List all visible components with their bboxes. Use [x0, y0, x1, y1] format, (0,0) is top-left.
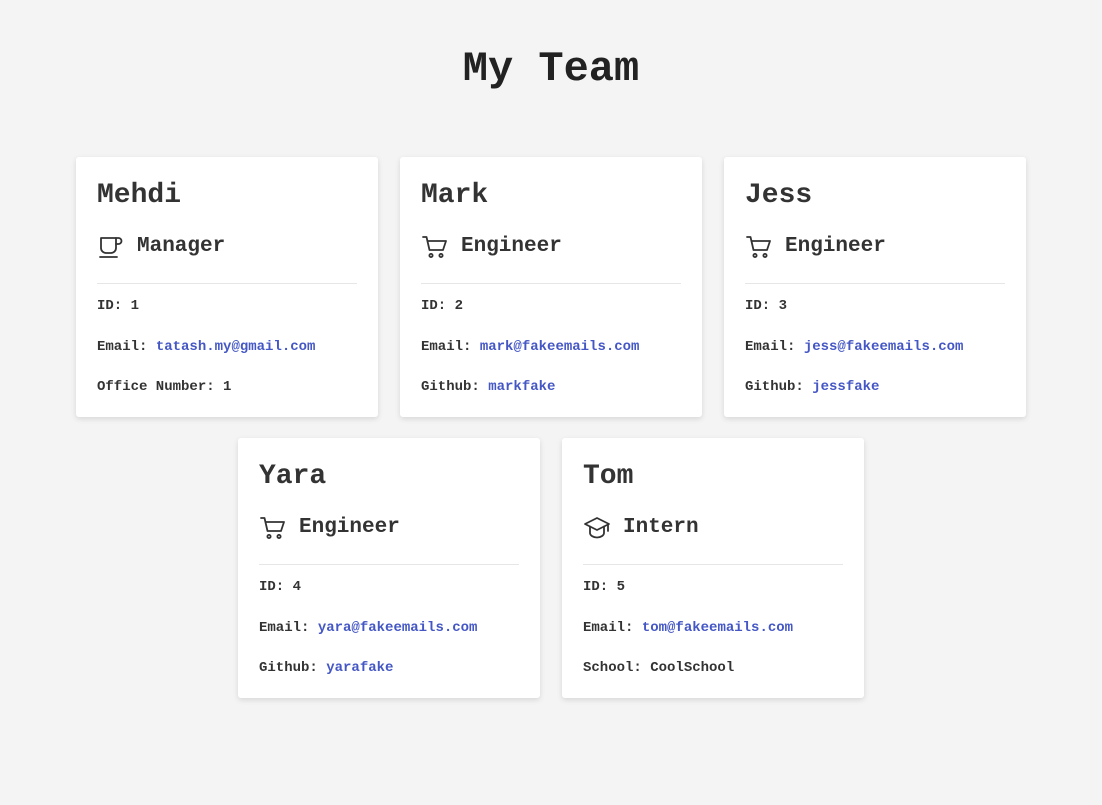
employee-card-jess: Jess Engineer ID: 3 Email: jess@fakeemai… — [724, 157, 1026, 417]
id-label: ID: — [259, 579, 285, 595]
shopping-cart-icon — [259, 514, 287, 542]
github-link[interactable]: markfake — [488, 379, 555, 395]
employee-name: Yara — [259, 461, 327, 492]
employee-id: ID: 2 — [421, 297, 463, 315]
page-title: My Team — [462, 45, 640, 93]
employee-name: Mark — [421, 180, 489, 211]
email-label: Email: — [583, 620, 634, 636]
employee-id: ID: 1 — [97, 297, 139, 315]
shopping-cart-icon — [421, 233, 449, 261]
email-label: Email: — [97, 339, 148, 355]
divider — [259, 564, 519, 565]
id-value: 4 — [292, 579, 302, 595]
email-link[interactable]: jess@fakeemails.com — [804, 339, 964, 355]
email-link[interactable]: tatash.my@gmail.com — [156, 339, 316, 355]
employee-role: Engineer — [421, 233, 562, 261]
role-label: Engineer — [299, 516, 400, 539]
employee-email: Email: jess@fakeemails.com — [745, 338, 963, 356]
role-label: Intern — [623, 516, 699, 539]
employee-role: Engineer — [745, 233, 886, 261]
role-label: Manager — [137, 235, 226, 258]
id-value: 5 — [616, 579, 626, 595]
employee-email: Email: yara@fakeemails.com — [259, 619, 477, 637]
divider — [421, 283, 681, 284]
github-label: Github: — [259, 660, 318, 676]
github-link[interactable]: yarafake — [326, 660, 393, 676]
office-number-label: Office Number: — [97, 379, 215, 395]
employee-card-tom: Tom Intern ID: 5 Email: tom@fakeemails.c… — [562, 438, 864, 698]
id-value: 3 — [778, 298, 788, 314]
email-link[interactable]: yara@fakeemails.com — [318, 620, 478, 636]
employee-role: Intern — [583, 514, 699, 542]
school-label: School: — [583, 660, 642, 676]
id-label: ID: — [97, 298, 123, 314]
shopping-cart-icon — [745, 233, 773, 261]
employee-name: Jess — [745, 180, 813, 211]
employee-card-mark: Mark Engineer ID: 2 Email: mark@fakeemai… — [400, 157, 702, 417]
id-label: ID: — [583, 579, 609, 595]
divider — [583, 564, 843, 565]
employee-role: Engineer — [259, 514, 400, 542]
id-value: 2 — [454, 298, 464, 314]
employee-email: Email: mark@fakeemails.com — [421, 338, 639, 356]
divider — [97, 283, 357, 284]
email-label: Email: — [745, 339, 796, 355]
email-label: Email: — [259, 620, 310, 636]
github-label: Github: — [421, 379, 480, 395]
employee-card-yara: Yara Engineer ID: 4 Email: yara@fakeemai… — [238, 438, 540, 698]
divider — [745, 283, 1005, 284]
id-label: ID: — [745, 298, 771, 314]
email-label: Email: — [421, 339, 472, 355]
employee-card-mehdi: Mehdi Manager ID: 1 Email: tatash.my@gma… — [76, 157, 378, 417]
employee-office-number: Office Number: 1 — [97, 378, 231, 396]
id-label: ID: — [421, 298, 447, 314]
employee-github: Github: yarafake — [259, 659, 393, 677]
role-label: Engineer — [461, 235, 562, 258]
role-label: Engineer — [785, 235, 886, 258]
employee-id: ID: 5 — [583, 578, 625, 596]
employee-id: ID: 3 — [745, 297, 787, 315]
github-label: Github: — [745, 379, 804, 395]
coffee-cup-icon — [97, 233, 125, 261]
github-link[interactable]: jessfake — [812, 379, 879, 395]
employee-github: Github: markfake — [421, 378, 555, 396]
email-link[interactable]: mark@fakeemails.com — [480, 339, 640, 355]
employee-school: School: CoolSchool — [583, 659, 734, 677]
id-value: 1 — [130, 298, 140, 314]
email-link[interactable]: tom@fakeemails.com — [642, 620, 793, 636]
graduation-cap-icon — [583, 514, 611, 542]
employee-name: Mehdi — [97, 180, 182, 211]
employee-github: Github: jessfake — [745, 378, 879, 396]
office-number-value: 1 — [223, 379, 232, 395]
employee-role: Manager — [97, 233, 225, 261]
employee-name: Tom — [583, 461, 634, 492]
employee-id: ID: 4 — [259, 578, 301, 596]
employee-email: Email: tom@fakeemails.com — [583, 619, 793, 637]
school-value: CoolSchool — [650, 660, 735, 676]
employee-email: Email: tatash.my@gmail.com — [97, 338, 315, 356]
